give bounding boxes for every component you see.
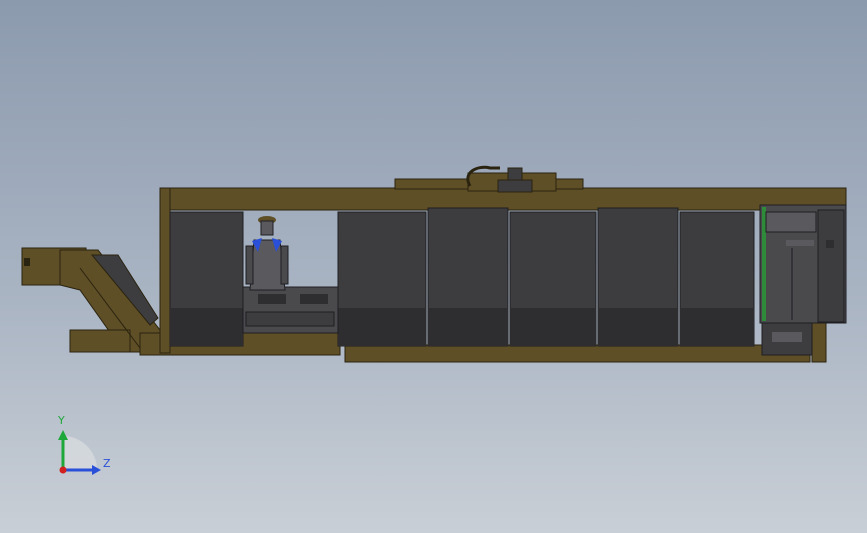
3d-viewport[interactable]: Y Z — [0, 0, 867, 533]
machine-model[interactable] — [0, 0, 867, 533]
orientation-triad — [58, 430, 101, 475]
triad-x-axis — [59, 466, 67, 474]
chip-conveyor[interactable] — [21, 247, 161, 353]
triad-arc — [63, 436, 97, 470]
triad-y-arrow — [58, 430, 68, 440]
axis-z-label: Z — [103, 457, 111, 470]
machine-table[interactable] — [242, 286, 339, 334]
axis-y-label: Y — [58, 414, 65, 427]
operator-figure[interactable] — [245, 216, 289, 291]
crane-mount[interactable] — [466, 165, 557, 193]
electrical-cabinet[interactable] — [759, 204, 847, 356]
